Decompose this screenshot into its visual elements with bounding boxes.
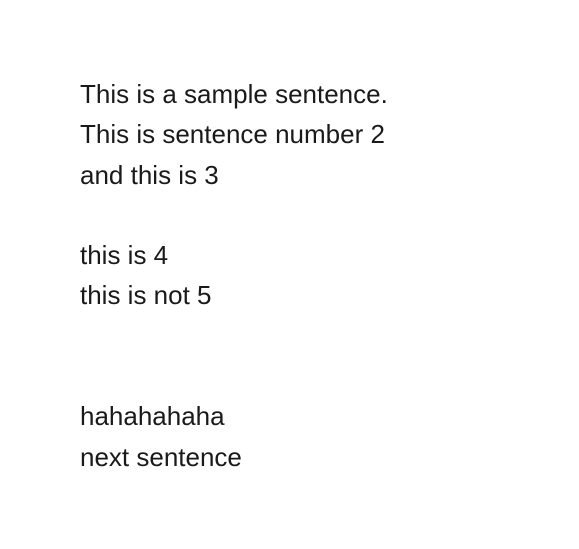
blank-line-3	[80, 356, 388, 396]
document-body: This is a sample sentence. This is sente…	[80, 74, 388, 477]
text-line-2: This is sentence number 2	[80, 119, 385, 150]
blank-line-2	[80, 316, 388, 356]
blank-line-1	[80, 195, 388, 235]
text-line-4: this is 4	[80, 240, 169, 271]
text-line-3: and this is 3	[80, 159, 219, 190]
text-line-5: this is not 5	[80, 280, 212, 311]
text-line-7: next sentence	[80, 441, 242, 472]
text-line-1: This is a sample sentence.	[80, 79, 388, 109]
text-line-6: hahahahaha	[80, 401, 225, 432]
